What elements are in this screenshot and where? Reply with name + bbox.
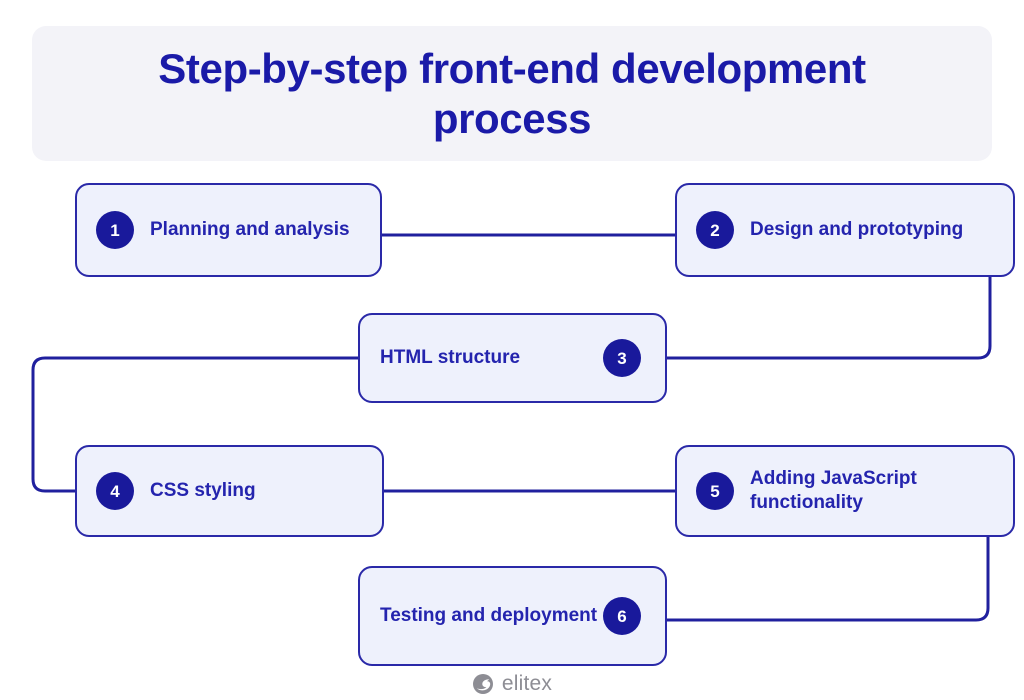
step-badge-6: 6 [603,597,641,635]
page-title: Step-by-step front-end development proce… [158,44,866,142]
step-badge-3: 3 [603,339,641,377]
step-badge-2: 2 [696,211,734,249]
step-badge-4: 4 [96,472,134,510]
brand-footer: elitex [0,672,1024,696]
step-node-1[interactable]: 1 Planning and analysis [75,183,382,277]
step-badge-1: 1 [96,211,134,249]
step-node-3[interactable]: HTML structure 3 [358,313,667,403]
diagram-canvas: Step-by-step front-end development proce… [0,0,1024,700]
step-label-6: Testing and deployment [380,605,598,627]
step-badge-5: 5 [696,472,734,510]
step-label-2: Design and prototyping [750,218,964,240]
step-label-5: Adding JavaScript functionality [750,467,917,513]
elitex-swirl-icon [472,674,493,694]
title-banner: Step-by-step front-end development proce… [32,26,992,161]
brand-name: elitex [501,672,553,695]
step-label-4: CSS styling [150,479,256,501]
step-node-6[interactable]: Testing and deployment 6 [358,566,667,666]
step-label-1: Planning and analysis [150,218,350,240]
connector-2-3 [667,277,992,360]
step-node-4[interactable]: 4 CSS styling [75,445,384,537]
step-label-3: HTML structure [380,346,521,368]
step-node-5[interactable]: 5 Adding JavaScript functionality [675,445,1015,537]
connector-5-6 [667,537,990,622]
step-node-2[interactable]: 2 Design and prototyping [675,183,1015,277]
